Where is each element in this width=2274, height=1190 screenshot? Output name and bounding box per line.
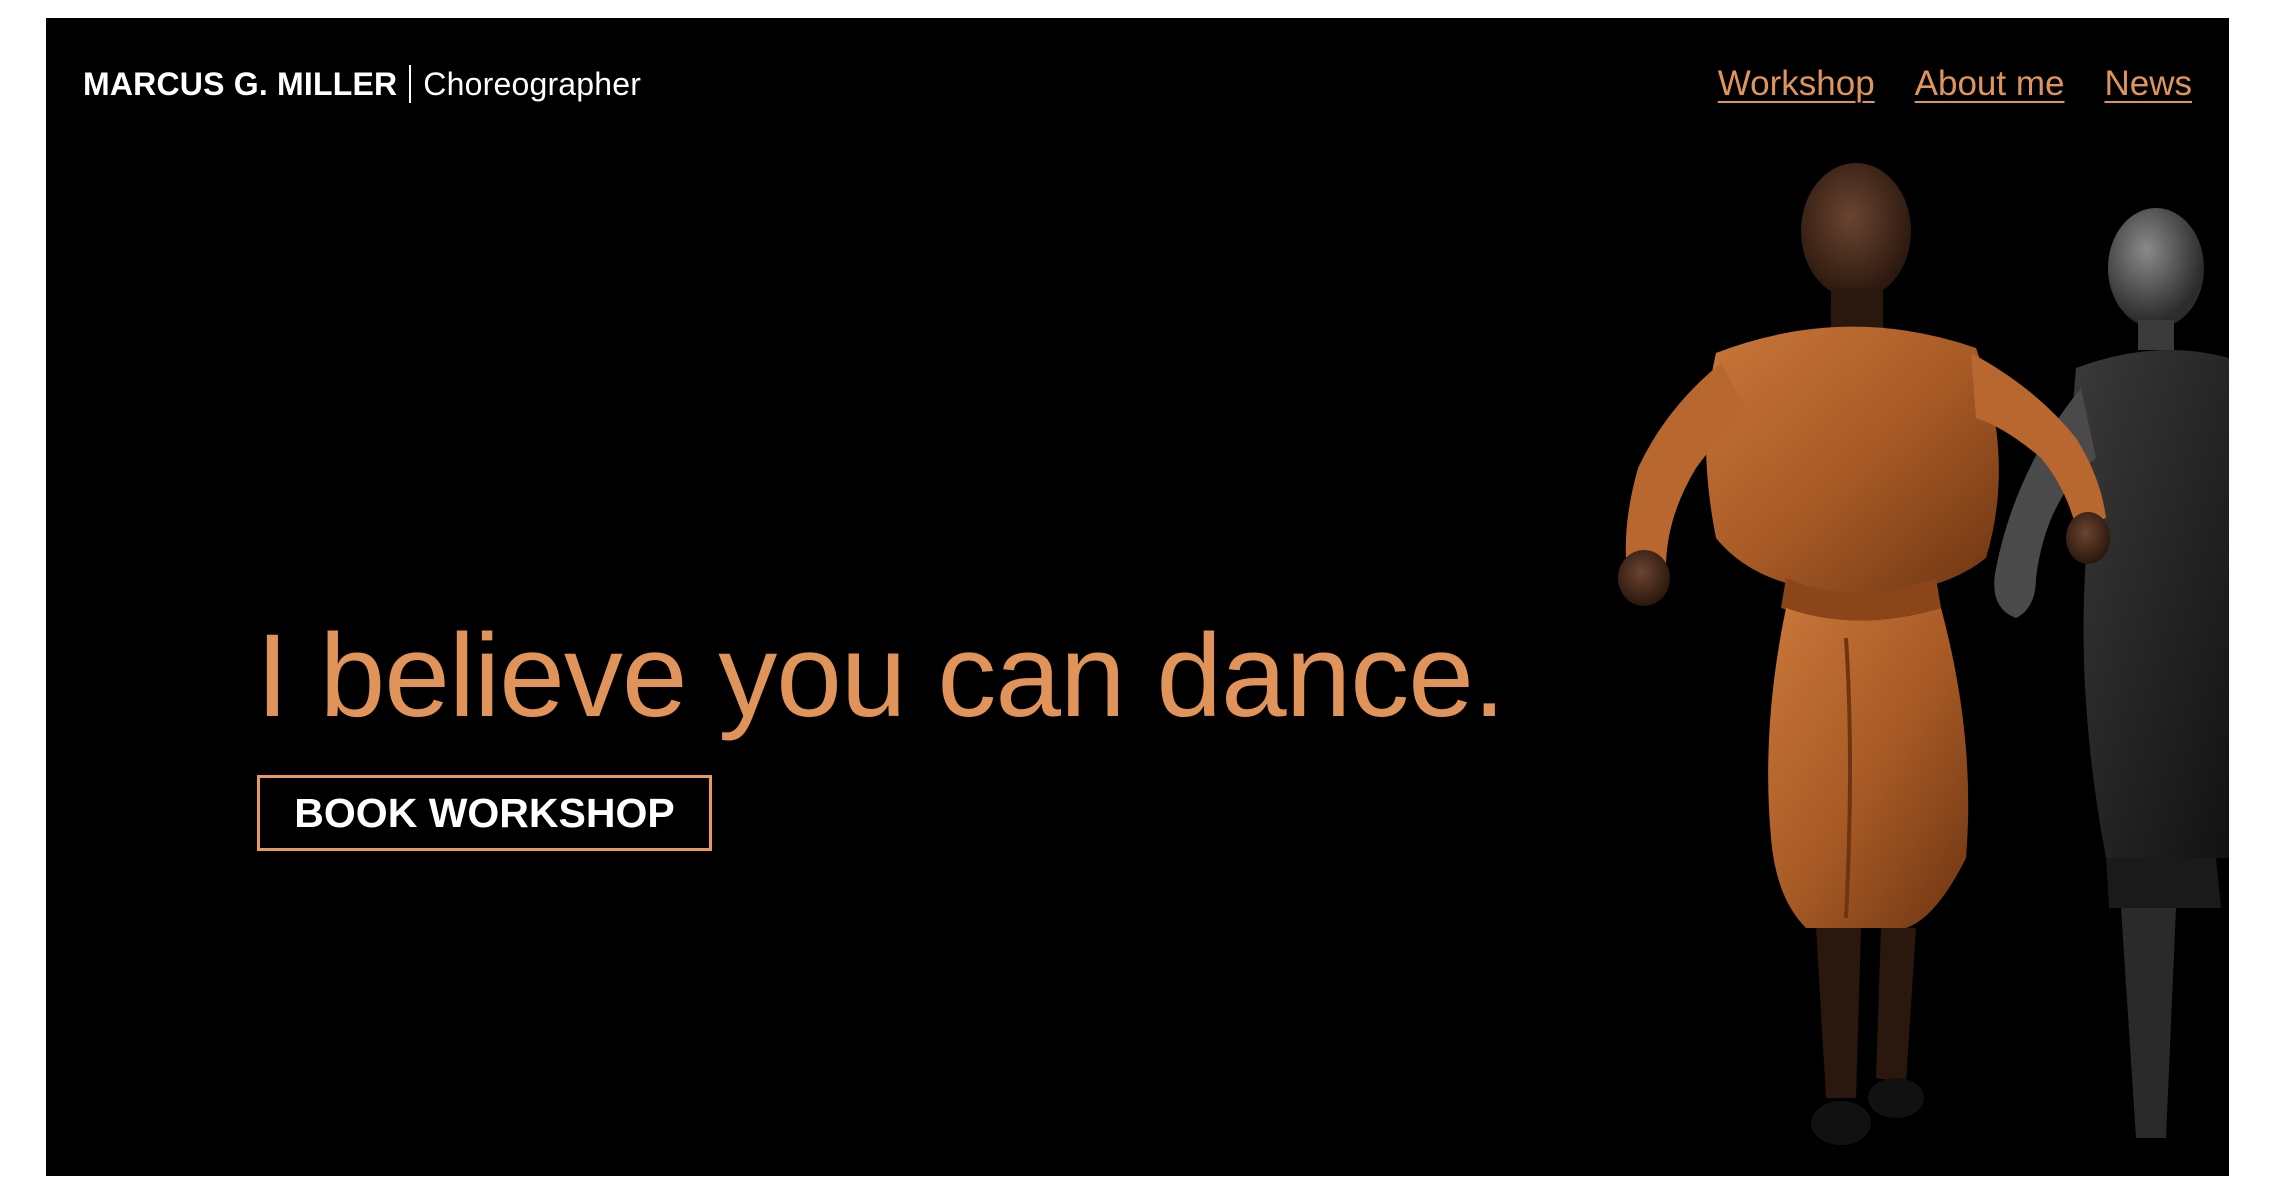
brand-name: MARCUS G. MILLER <box>83 65 398 102</box>
book-workshop-button[interactable]: BOOK WORKSHOP <box>257 775 712 851</box>
hero-section: MARCUS G. MILLER Choreographer Workshop … <box>46 18 2229 1176</box>
brand-role: Choreographer <box>423 65 642 102</box>
top-bar: MARCUS G. MILLER Choreographer Workshop … <box>83 44 2192 124</box>
main-nav: Workshop About me News <box>1718 64 2192 104</box>
dancer-secondary <box>1994 208 2229 1138</box>
site-brand[interactable]: MARCUS G. MILLER Choreographer <box>83 65 641 103</box>
brand-divider <box>409 65 412 103</box>
hero-headline: I believe you can dance. <box>256 610 1506 742</box>
nav-link-about-me[interactable]: About me <box>1915 64 2065 104</box>
nav-link-news[interactable]: News <box>2104 64 2192 104</box>
nav-link-workshop[interactable]: Workshop <box>1718 64 1875 104</box>
dancer-primary <box>1618 163 2110 1145</box>
